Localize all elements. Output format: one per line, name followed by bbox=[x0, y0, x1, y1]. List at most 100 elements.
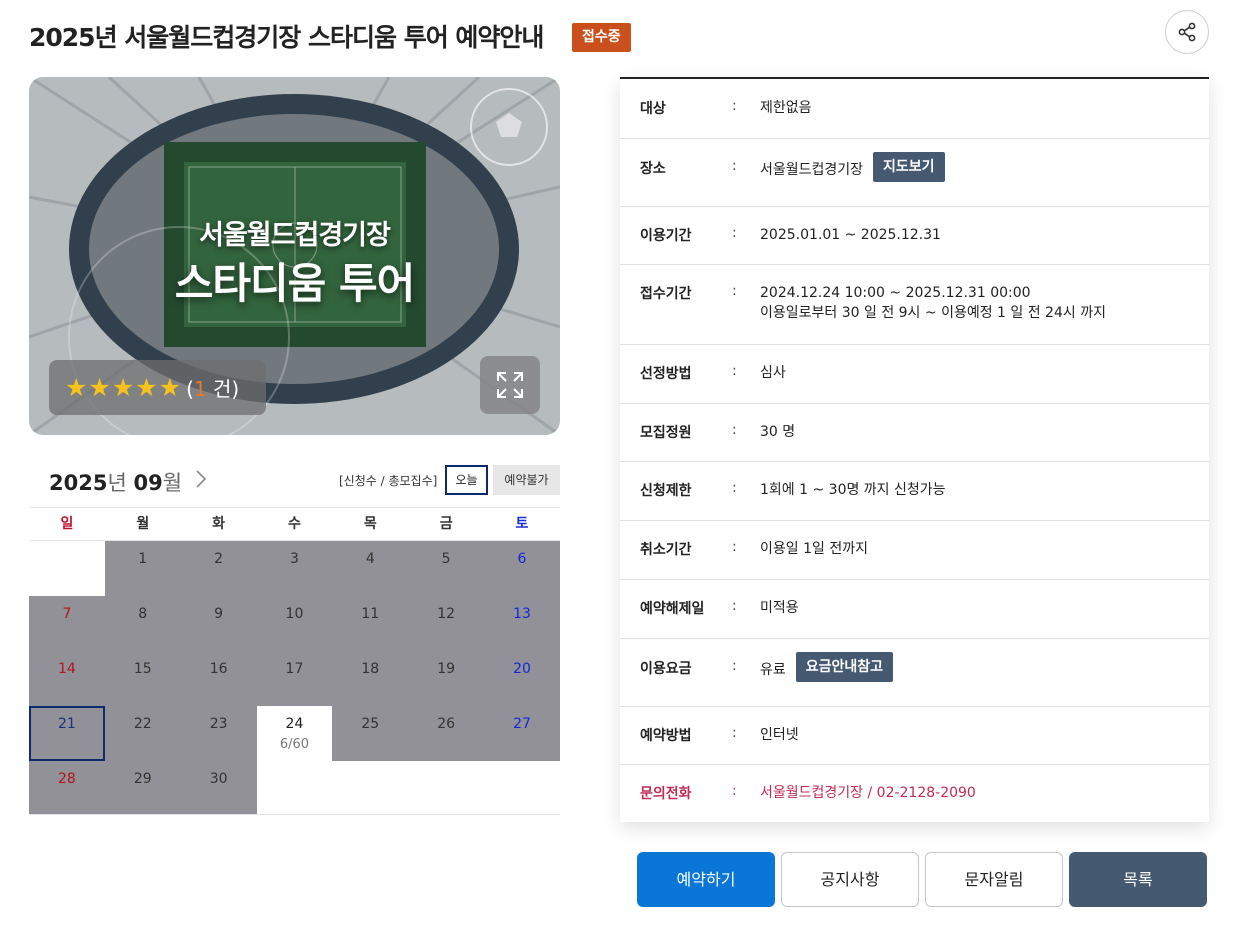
calendar-legend: [신청수 / 총모집수] bbox=[339, 474, 438, 488]
list-button[interactable]: 목록 bbox=[1069, 852, 1207, 907]
fee-info-button[interactable]: 요금안내참고 bbox=[795, 652, 894, 682]
info-row-selection: 선정방법 : 심사 bbox=[620, 345, 1209, 404]
weekday-thu: 목 bbox=[363, 516, 377, 532]
info-label: 신청제한 bbox=[640, 483, 692, 499]
info-value: 제한없음 bbox=[760, 100, 812, 116]
weekday-sun: 일 bbox=[60, 516, 74, 532]
calendar-day: 11 bbox=[332, 596, 409, 651]
calendar-day: 3 bbox=[256, 541, 333, 596]
next-month-arrow-icon[interactable] bbox=[190, 468, 212, 490]
info-value: 2024.12.24 10:00 ~ 2025.12.31 00:00 이용일로부… bbox=[760, 285, 1106, 321]
info-table: 대상 : 제한없음 장소 : 서울월드컵경기장 지도보기 이용기간 : 2025.… bbox=[620, 77, 1209, 822]
calendar-day: 8 bbox=[104, 596, 181, 651]
calendar-day: 27 bbox=[484, 706, 560, 761]
info-label: 대상 bbox=[640, 101, 666, 117]
calendar-day: 7 bbox=[29, 596, 105, 651]
calendar-day-available[interactable]: 24 6/60 bbox=[256, 706, 333, 761]
rating-box: ★★★★★ (1 건) bbox=[49, 360, 266, 415]
info-value: 심사 bbox=[760, 365, 786, 381]
info-row-capacity: 모집정원 : 30 명 bbox=[620, 404, 1209, 462]
hero-title-line2: 스타디움 투어 bbox=[174, 259, 415, 308]
info-colon: : bbox=[732, 422, 737, 438]
status-badge: 접수중 bbox=[572, 23, 631, 52]
info-value: 유료 요금안내참고 bbox=[760, 652, 894, 706]
info-colon: : bbox=[732, 480, 737, 496]
calendar-day: 20 bbox=[484, 651, 560, 706]
info-row-apply-period: 접수기간 : 2024.12.24 10:00 ~ 2025.12.31 00:… bbox=[620, 265, 1209, 345]
calendar-day: 1 bbox=[104, 541, 181, 596]
calendar-day: 18 bbox=[332, 651, 409, 706]
calendar-day: 13 bbox=[484, 596, 560, 651]
calendar-day: 29 bbox=[104, 761, 181, 814]
calendar-day: 26 bbox=[408, 706, 485, 761]
notice-button[interactable]: 공지사항 bbox=[781, 852, 919, 907]
phone-link[interactable]: 서울월드컵경기장 / 02-2128-2090 bbox=[760, 783, 976, 823]
info-colon: : bbox=[732, 783, 737, 799]
calendar-day: 17 bbox=[256, 651, 333, 706]
calendar-day: 22 bbox=[104, 706, 181, 761]
info-row-target: 대상 : 제한없음 bbox=[620, 79, 1209, 139]
calendar-day: 9 bbox=[180, 596, 257, 651]
info-label: 취소기간 bbox=[640, 542, 692, 558]
calendar-empty-cell bbox=[256, 761, 333, 814]
expand-icon bbox=[497, 372, 523, 398]
calendar-day: 12 bbox=[408, 596, 485, 651]
calendar-empty-cell bbox=[408, 761, 485, 814]
info-row-use-period: 이용기간 : 2025.01.01 ~ 2025.12.31 bbox=[620, 207, 1209, 265]
info-value: 2025.01.01 ~ 2025.12.31 bbox=[760, 227, 941, 243]
calendar-day: 16 bbox=[180, 651, 257, 706]
expand-button[interactable] bbox=[480, 356, 540, 414]
calendar-month-title: 2025년 09월 bbox=[49, 471, 183, 495]
calendar-day: 2 bbox=[180, 541, 257, 596]
info-value: 인터넷 bbox=[760, 727, 799, 743]
info-row-cancel: 취소기간 : 이용일 1일 전까지 bbox=[620, 521, 1209, 580]
info-label: 선정방법 bbox=[640, 366, 692, 382]
weekday-tue: 화 bbox=[212, 516, 226, 532]
info-colon: : bbox=[732, 598, 737, 614]
calendar-empty-cell bbox=[29, 541, 105, 596]
calendar-day: 5 bbox=[408, 541, 485, 596]
calendar-empty-cell bbox=[332, 761, 409, 814]
calendar-day-today: 21 bbox=[29, 706, 105, 761]
weekday-wed: 수 bbox=[288, 516, 301, 532]
info-value: 30 명 bbox=[760, 424, 796, 440]
info-colon: : bbox=[732, 725, 737, 741]
info-label: 문의전화 bbox=[640, 786, 692, 802]
map-button[interactable]: 지도보기 bbox=[873, 152, 945, 182]
calendar-day: 30 bbox=[180, 761, 257, 814]
calendar-day: 4 bbox=[332, 541, 409, 596]
info-row-place: 장소 : 서울월드컵경기장 지도보기 bbox=[620, 139, 1209, 207]
action-buttons: 예약하기 공지사항 문자알림 목록 bbox=[637, 852, 1207, 907]
info-colon: : bbox=[732, 658, 737, 674]
calendar-day: 15 bbox=[104, 651, 181, 706]
info-row-method: 예약방법 : 인터넷 bbox=[620, 707, 1209, 765]
info-label: 장소 bbox=[640, 161, 666, 177]
info-colon: : bbox=[732, 158, 737, 174]
share-button[interactable] bbox=[1165, 10, 1209, 54]
calendar-weekday-row: 일 월 화 수 목 금 토 bbox=[29, 507, 560, 541]
share-icon bbox=[1178, 22, 1196, 42]
info-colon: : bbox=[732, 225, 737, 241]
calendar-day: 6 bbox=[484, 541, 560, 596]
info-label: 접수기간 bbox=[640, 286, 692, 302]
rating-count: (1 건) bbox=[186, 377, 240, 401]
weekday-fri: 금 bbox=[439, 516, 453, 532]
calendar-day: 19 bbox=[408, 651, 485, 706]
sms-alert-button[interactable]: 문자알림 bbox=[925, 852, 1063, 907]
info-value: 서울월드컵경기장 지도보기 bbox=[760, 152, 945, 206]
info-label: 모집정원 bbox=[640, 425, 692, 441]
info-row-phone: 문의전화 : 서울월드컵경기장 / 02-2128-2090 bbox=[620, 765, 1209, 823]
info-value: 미적용 bbox=[760, 600, 799, 616]
calendar-day-number: 24 bbox=[285, 716, 304, 732]
weekday-mon: 월 bbox=[136, 516, 150, 532]
info-value: 1회에 1 ~ 30명 까지 신청가능 bbox=[760, 482, 946, 498]
info-colon: : bbox=[732, 283, 737, 299]
legend-today: 오늘 bbox=[445, 465, 488, 495]
reserve-button[interactable]: 예약하기 bbox=[637, 852, 775, 907]
info-label: 예약해제일 bbox=[640, 601, 705, 617]
calendar-day: 28 bbox=[29, 761, 105, 814]
calendar-day: 23 bbox=[180, 706, 257, 761]
hero-title-line1: 서울월드컵경기장 bbox=[199, 220, 391, 251]
calendar-empty-cell bbox=[484, 761, 560, 814]
info-colon: : bbox=[732, 363, 737, 379]
